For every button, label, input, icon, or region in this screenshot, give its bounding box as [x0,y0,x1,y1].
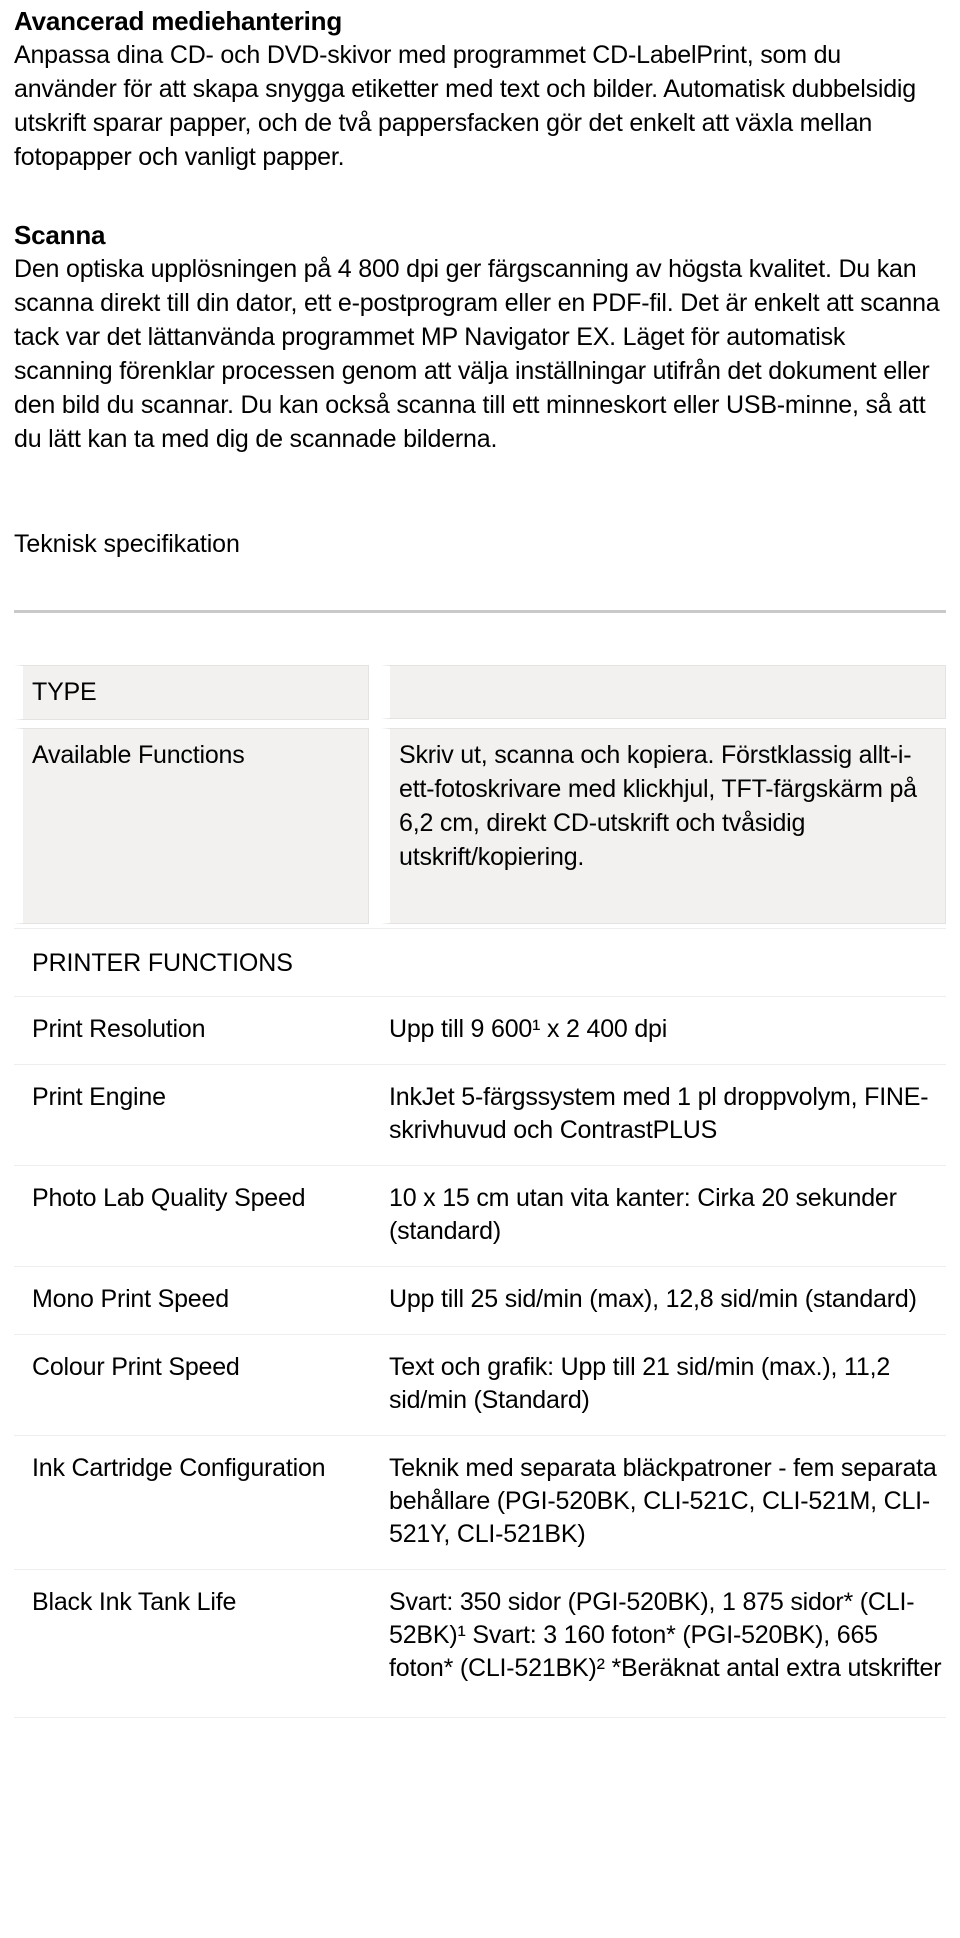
spec-table-body: TYPE Available Functions Skriv ut, scann… [14,661,946,1703]
spec-label: TYPE [32,678,97,706]
table-section-row: PRINTER FUNCTIONS [14,928,946,997]
document-page: Avancerad mediehantering Anpassa dina CD… [0,0,960,1938]
table-row: Available Functions Skriv ut, scanna och… [14,724,946,929]
spec-value: InkJet 5-färgssystem med 1 pl droppvolym… [389,1083,929,1144]
column-gap [369,996,381,1065]
spec-value: Svart: 350 sidor (PGI-520BK), 1 875 sido… [389,1588,942,1682]
spec-section-label: PRINTER FUNCTIONS [32,949,293,977]
spec-label: Black Ink Tank Life [32,1588,237,1616]
spec-value: 10 x 15 cm utan vita kanter: Cirka 20 se… [389,1184,897,1245]
spec-value: Teknik med separata bläckpatroner - fem … [389,1454,937,1548]
tech-spec-heading: Teknisk specifikation [14,530,240,558]
table-row: Print Resolution Upp till 9 600¹ x 2 400… [14,996,946,1065]
column-gap [369,1165,381,1267]
spec-label: Available Functions [32,741,245,769]
table-bottom-rule [14,1717,946,1719]
column-gap [369,1435,381,1570]
column-gap [369,724,381,929]
spec-label: Photo Lab Quality Speed [32,1184,306,1212]
spec-label: Mono Print Speed [32,1285,229,1313]
table-row: Colour Print Speed Text och grafik: Upp … [14,1334,946,1436]
table-row: Photo Lab Quality Speed 10 x 15 cm utan … [14,1165,946,1267]
table-row: Print Engine InkJet 5-färgssystem med 1 … [14,1064,946,1166]
column-gap [369,661,381,724]
table-row: Black Ink Tank Life Svart: 350 sidor (PG… [14,1569,946,1703]
table-row: TYPE [14,661,946,724]
section-body-media: Anpassa dina CD- och DVD-skivor med prog… [14,41,916,171]
spec-label-cell: Available Functions [14,728,369,924]
column-gap [369,1334,381,1436]
spec-table: TYPE Available Functions Skriv ut, scann… [14,661,946,1703]
spec-value: Text och grafik: Upp till 21 sid/min (ma… [389,1353,891,1414]
spec-label: Print Engine [32,1083,166,1111]
spec-label: Colour Print Speed [32,1353,240,1381]
column-gap [369,1569,381,1703]
spec-value: Skriv ut, scanna och kopiera. Förstklass… [399,741,917,871]
column-gap [369,1064,381,1166]
column-gap [369,1266,381,1335]
table-row: Ink Cartridge Configuration Teknik med s… [14,1435,946,1570]
spec-label-cell: TYPE [14,665,369,720]
spec-value: Upp till 9 600¹ x 2 400 dpi [389,1015,668,1043]
section-heading-media: Avancerad mediehantering [14,6,343,36]
spec-label: Print Resolution [32,1015,206,1043]
section-body-scan: Den optiska upplösningen på 4 800 dpi ge… [14,255,940,453]
spec-value: Upp till 25 sid/min (max), 12,8 sid/min … [389,1285,917,1313]
spec-label: Ink Cartridge Configuration [32,1454,326,1482]
section-heading-scan: Scanna [14,220,106,250]
table-row: Mono Print Speed Upp till 25 sid/min (ma… [14,1266,946,1335]
spec-value-cell [381,665,946,719]
spec-value-cell: Skriv ut, scanna och kopiera. Förstklass… [381,728,946,924]
